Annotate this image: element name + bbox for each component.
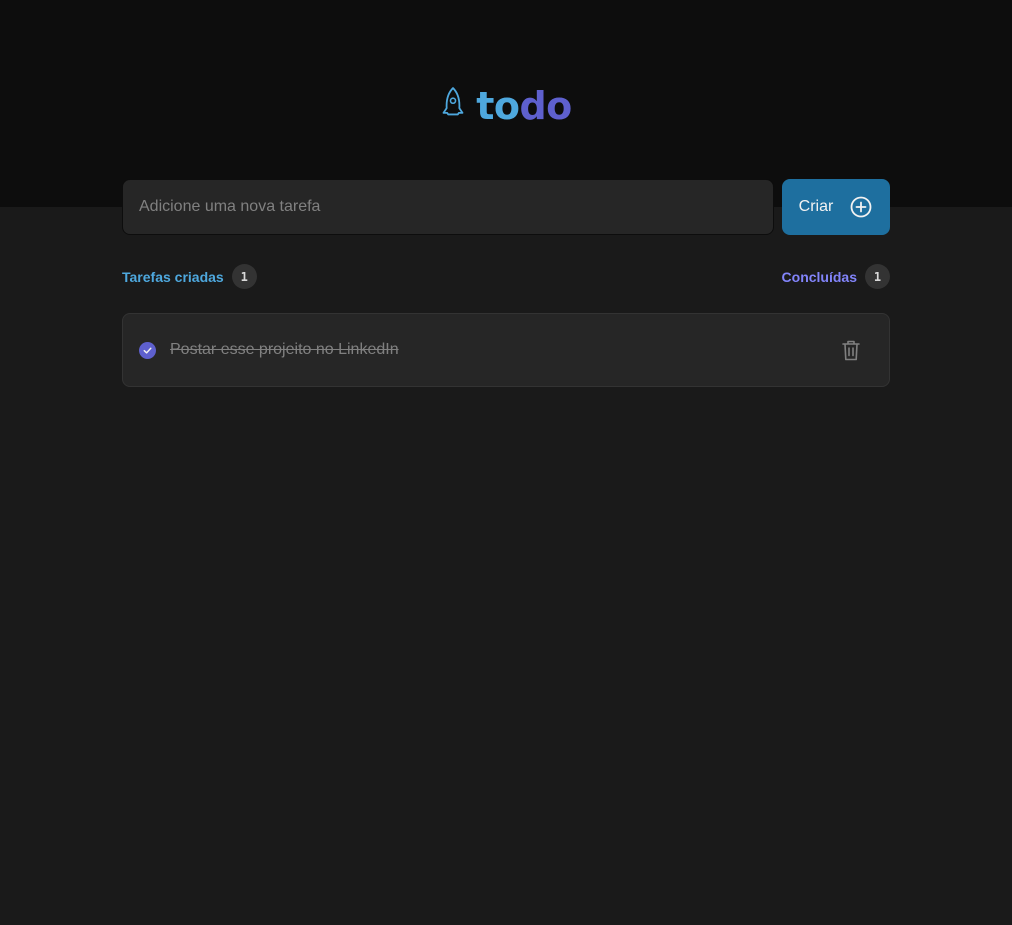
task-text: Postar esse projeito no LinkedIn (170, 341, 399, 358)
create-button[interactable]: Criar (782, 179, 890, 235)
task-list: Postar esse projeito no LinkedIn (122, 313, 890, 387)
logo-text: todo (476, 87, 572, 125)
done-count-badge: 1 (865, 264, 890, 289)
delete-task-button[interactable] (837, 336, 865, 364)
logo-text-part-to: to (476, 84, 520, 128)
check-icon (143, 347, 152, 354)
done-counter: Concluídas 1 (782, 264, 890, 289)
task-checkbox[interactable] (139, 341, 156, 359)
created-counter: Tarefas criadas 1 (122, 264, 257, 289)
create-button-label: Criar (798, 198, 834, 215)
task-info: Tarefas criadas 1 Concluídas 1 (122, 264, 890, 289)
done-label: Concluídas (781, 268, 857, 285)
trash-icon (842, 340, 860, 361)
logo: todo (0, 84, 1012, 128)
plus-circle-icon (850, 196, 872, 218)
new-task-input[interactable] (122, 179, 774, 235)
logo-text-part-do: do (519, 84, 572, 128)
new-task-form: Criar (122, 179, 890, 235)
task-item: Postar esse projeito no LinkedIn (122, 313, 890, 387)
created-label: Tarefas criadas (122, 268, 224, 285)
created-count-badge: 1 (231, 264, 257, 289)
rocket-icon (442, 87, 464, 125)
